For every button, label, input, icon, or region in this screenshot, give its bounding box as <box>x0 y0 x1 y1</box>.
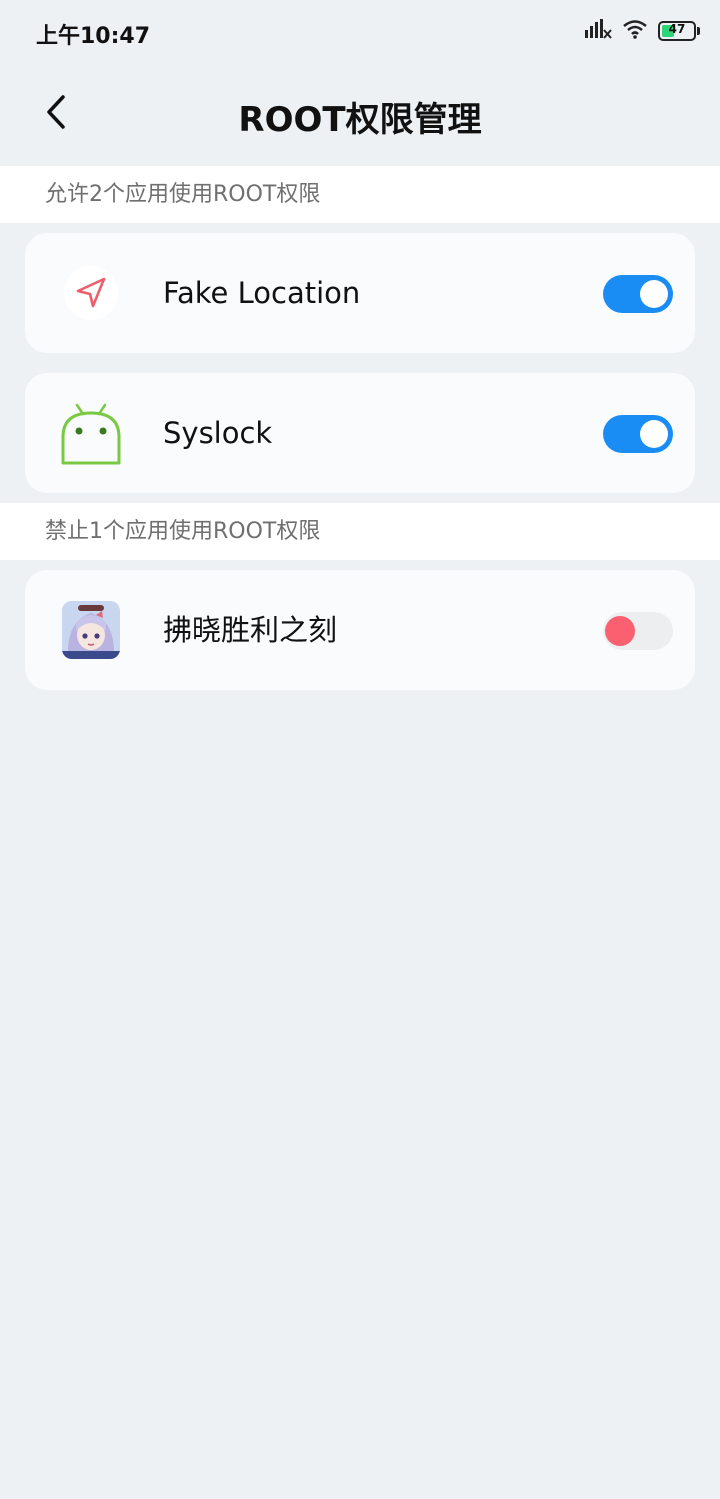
status-icons: 47 <box>584 18 700 44</box>
root-toggle[interactable] <box>603 612 673 650</box>
app-card-fake-location[interactable]: Fake Location <box>25 233 695 353</box>
allowed-section-label: 允许2个应用使用ROOT权限 <box>0 166 720 223</box>
app-name: Fake Location <box>163 276 361 310</box>
toggle-knob <box>640 280 668 308</box>
battery-icon: 47 <box>658 21 700 41</box>
page-title: ROOT权限管理 <box>238 100 482 140</box>
wifi-icon <box>622 19 648 43</box>
root-toggle[interactable] <box>603 415 673 453</box>
toggle-knob <box>605 616 635 646</box>
signal-icon <box>584 18 612 44</box>
root-toggle[interactable] <box>603 275 673 313</box>
app-name: Syslock <box>163 416 273 450</box>
status-bar: 上午10:47 47 <box>0 0 720 64</box>
status-time: 上午10:47 <box>36 24 151 49</box>
app-card-game[interactable]: 拂晓胜利之刻 <box>25 570 695 690</box>
toggle-knob <box>640 420 668 448</box>
header: ROOT权限管理 <box>0 64 720 164</box>
location-arrow-icon <box>59 261 123 325</box>
app-name: 拂晓胜利之刻 <box>163 613 338 647</box>
android-icon <box>59 401 123 465</box>
game-avatar-icon <box>59 598 123 662</box>
app-card-syslock[interactable]: Syslock <box>25 373 695 493</box>
battery-level: 47 <box>668 22 686 36</box>
denied-section-label: 禁止1个应用使用ROOT权限 <box>0 503 720 560</box>
